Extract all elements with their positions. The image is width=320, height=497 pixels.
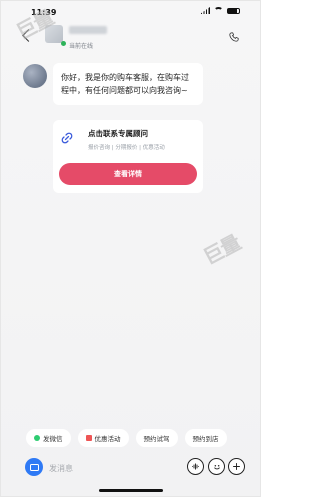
chip-store-visit[interactable]: 预约到店 xyxy=(184,429,227,447)
online-status-icon xyxy=(61,41,66,46)
message-input-bar xyxy=(23,456,245,479)
chip-wechat[interactable]: 发微信 xyxy=(26,429,71,447)
greeting-message: 你好，我是你的购车客服，在购车过程中，有任何问题都可以向我咨询~ xyxy=(53,63,203,105)
link-icon xyxy=(61,132,73,144)
signal-icon xyxy=(200,7,210,14)
advisor-card-title: 点击联系专属顾问 xyxy=(88,129,148,138)
emoji-icon xyxy=(213,464,220,469)
view-details-button[interactable]: 查看详情 xyxy=(59,163,197,185)
camera-icon[interactable] xyxy=(25,458,43,476)
chip-label: 预约试驾 xyxy=(143,435,170,443)
plus-icon xyxy=(233,463,240,470)
wifi-icon xyxy=(214,7,223,14)
status-icons xyxy=(200,7,240,14)
emoji-button[interactable] xyxy=(208,458,225,475)
coupon-icon xyxy=(85,435,92,441)
header-subtitle: 当前在线 xyxy=(69,43,94,50)
wechat-icon xyxy=(34,435,40,441)
more-button[interactable] xyxy=(228,458,245,475)
agent-avatar[interactable] xyxy=(23,64,47,88)
advisor-card-subtitle: 报价咨询 | 分期报价 | 优惠活动 xyxy=(88,145,165,151)
chip-label: 发微信 xyxy=(43,435,63,443)
phone-call-icon[interactable] xyxy=(229,32,239,42)
battery-icon xyxy=(227,7,240,14)
chip-promotions[interactable]: 优惠活动 xyxy=(77,429,129,447)
message-input[interactable] xyxy=(47,457,191,479)
chat-screen: 11:39 当前在线 巨量 巨量 你好，我是你的购车客服，在购车过程中，有任何问… xyxy=(0,0,261,497)
voice-wave-icon xyxy=(192,463,199,470)
voice-button[interactable] xyxy=(187,458,204,475)
watermark-middle: 巨量 xyxy=(199,230,245,270)
chip-test-drive[interactable]: 预约试驾 xyxy=(135,429,178,447)
chip-label: 优惠活动 xyxy=(94,435,121,443)
chip-label: 预约到店 xyxy=(192,435,219,443)
header-title-blurred xyxy=(69,26,107,34)
quick-actions: 发微信 优惠活动 预约试驾 预约到店 xyxy=(26,429,244,449)
home-indicator xyxy=(99,489,163,492)
